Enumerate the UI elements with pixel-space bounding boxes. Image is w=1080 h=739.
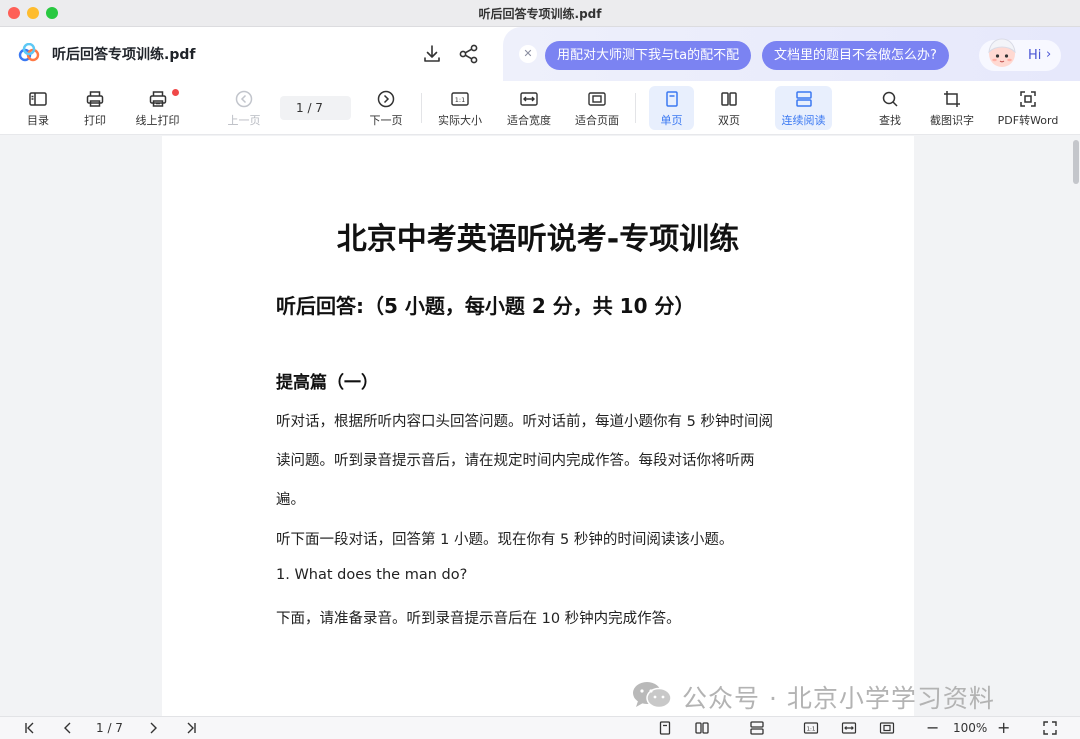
fit-width-button[interactable]: 适合宽度 [503,86,555,130]
fit-page-button[interactable]: 适合页面 [571,86,623,130]
svg-text:1:1: 1:1 [455,96,465,104]
ocr-button[interactable]: 截图识字 [926,86,978,130]
watermark-text: 公众号 · 北京小学学习资料 [682,684,995,713]
paragraph-line: 遍。 [276,492,305,508]
double-page-icon [719,89,739,109]
download-icon[interactable] [421,43,443,65]
continuous-reading-icon [794,89,814,109]
chevron-right-circle-icon [376,89,396,109]
page-number-input[interactable]: 1 / 7 [280,96,351,120]
section-heading: 提高篇（一） [276,373,378,393]
vertical-scrollbar[interactable] [1073,140,1079,184]
notification-dot [172,89,179,96]
document-title: 北京中考英语听说考-专项训练 [336,222,740,257]
assistant-greeting: Hi [1028,48,1042,63]
cloud-printer-icon [148,89,168,109]
screenshot-ocr-icon [942,89,962,109]
actual-size-button[interactable]: 1:1 实际大小 [435,86,485,130]
paragraph-line: 下面，请准备录音。听到录音提示音后在 10 秒钟内完成作答。 [276,611,681,627]
single-page-label: 单页 [660,114,683,127]
svg-text:1:1: 1:1 [807,727,816,733]
fit-width-label: 适合宽度 [507,114,551,127]
app-logo-icon [18,43,40,63]
ai-assistant-button[interactable]: Hi › [979,38,1061,71]
document-viewport[interactable]: 北京中考英语听说考-专项训练 听后回答:（5 小题，每小题 2 分，共 10 分… [0,136,1080,716]
fullscreen-icon[interactable] [1042,720,1058,736]
chevron-left-circle-icon [234,89,254,109]
fit-width-icon [519,89,539,109]
actual-size-label: 实际大小 [438,114,482,127]
window-titlebar: 听后回答专项训练.pdf [0,0,1080,27]
toolbar-divider [635,93,636,123]
fit-page-icon[interactable] [879,720,895,736]
single-page-icon[interactable] [657,720,673,736]
convert-icon [1018,89,1038,109]
toc-button[interactable]: 目录 [18,86,58,130]
single-page-button[interactable]: 单页 [649,86,694,130]
continuous-reading-label: 连续阅读 [781,114,826,127]
document-subtitle: 听后回答:（5 小题，每小题 2 分，共 10 分） [276,294,695,318]
window-title: 听后回答专项训练.pdf [478,7,602,21]
ai-assistant-panel: ✕ 用配对大师测下我与ta的配不配 文档里的题目不会做怎么办? Hi › [503,27,1080,81]
assistant-avatar-icon [983,34,1021,72]
first-page-icon[interactable] [22,720,38,736]
close-suggestions-icon[interactable]: ✕ [519,45,537,63]
zoom-in-button[interactable]: + [997,718,1010,737]
paragraph-line: 听对话，根据所听内容口头回答问题。听对话前，每道小题你有 5 秒钟时间阅 [276,414,773,430]
find-label: 查找 [879,114,901,127]
find-button[interactable]: 查找 [869,86,911,130]
next-page-label: 下一页 [369,114,403,127]
fit-page-label: 适合页面 [575,114,619,127]
pdf-page: 北京中考英语听说考-专项训练 听后回答:（5 小题，每小题 2 分，共 10 分… [162,136,914,716]
ai-suggestion-chip-2[interactable]: 文档里的题目不会做怎么办? [762,41,949,70]
status-page-indicator[interactable]: 1 / 7 [96,721,123,735]
continuous-reading-icon[interactable] [749,720,765,736]
toolbar-divider [421,93,422,123]
single-page-icon [662,89,682,109]
question-line: 1. What does the man do? [276,567,468,583]
document-header: 听后回答专项训练.pdf ✕ 用配对大师测下我与ta的配不配 文档里的题目不会做… [0,27,1080,81]
wechat-icon [630,680,674,710]
zoom-level[interactable]: 100% [953,721,987,735]
status-bar: 1 / 7 1:1 − 100% + [0,716,1080,739]
online-print-label: 线上打印 [135,114,180,127]
double-page-button[interactable]: 双页 [708,86,750,130]
fit-page-icon [587,89,607,109]
print-button[interactable]: 打印 [75,86,115,130]
paragraph-line: 读问题。听到录音提示音后，请在规定时间内完成作答。每段对话你将听两 [276,453,755,469]
ocr-label: 截图识字 [930,114,974,127]
continuous-reading-button[interactable]: 连续阅读 [775,86,832,130]
print-label: 打印 [84,114,106,127]
next-page-icon[interactable] [145,720,161,736]
sidebar-icon [28,89,48,109]
document-name: 听后回答专项训练.pdf [52,47,196,63]
share-icon[interactable] [458,43,480,65]
next-page-button[interactable]: 下一页 [364,86,408,130]
pdf-to-word-button[interactable]: PDF转Word [993,86,1063,130]
fit-width-icon[interactable] [841,720,857,736]
prev-page-label: 上一页 [227,114,261,127]
actual-size-icon: 1:1 [450,89,470,109]
toc-label: 目录 [27,114,49,127]
search-icon [880,89,900,109]
chevron-right-icon: › [1046,47,1052,62]
prev-page-button[interactable]: 上一页 [222,86,266,130]
double-page-label: 双页 [718,114,740,127]
pdf-to-word-label: PDF转Word [997,114,1059,127]
double-page-icon[interactable] [694,720,710,736]
printer-icon [85,89,105,109]
zoom-out-button[interactable]: − [926,718,939,737]
prev-page-icon[interactable] [60,720,76,736]
paragraph-line: 听下面一段对话，回答第 1 小题。现在你有 5 秒钟的时间阅读该小题。 [276,532,734,548]
actual-size-icon[interactable]: 1:1 [803,720,819,736]
ai-suggestion-chip-1[interactable]: 用配对大师测下我与ta的配不配 [545,41,752,70]
last-page-icon[interactable] [183,720,199,736]
main-toolbar: 目录 打印 线上打印 上一页 1 / 7 下一页 1:1 实际大小 适合宽度 适… [0,81,1080,135]
